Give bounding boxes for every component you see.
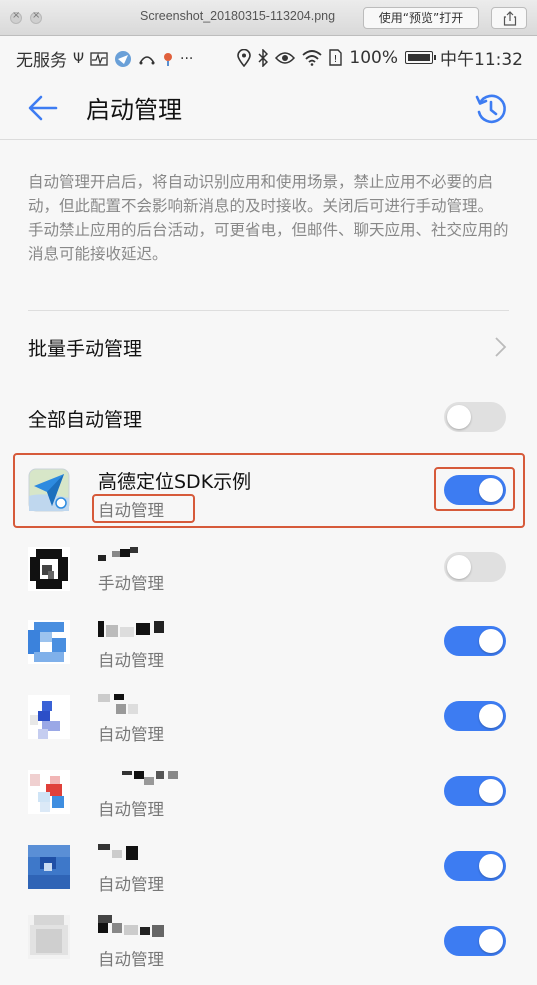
pixelated-app-icon bbox=[28, 770, 70, 814]
more-icon: ··· bbox=[180, 50, 194, 67]
pixelated-app-name bbox=[98, 547, 138, 561]
app-status: 自动管理 bbox=[98, 725, 164, 744]
wifi-icon bbox=[302, 49, 322, 66]
status-time: 中午11:32 bbox=[440, 50, 523, 70]
carrier-label: 无服务 bbox=[16, 51, 67, 71]
history-button[interactable] bbox=[474, 92, 508, 126]
app-toggle[interactable] bbox=[444, 776, 506, 806]
pixelated-app-name bbox=[98, 694, 138, 714]
startup-management-content: 自动管理开启后，将自动识别应用和使用场景，禁止应用不必要的启动，但此配置不会影响… bbox=[0, 140, 537, 985]
close-icon: × bbox=[32, 10, 41, 21]
window-titlebar: × × Screenshot_20180315-113204.png 使用“预览… bbox=[0, 0, 537, 36]
eye-icon bbox=[275, 51, 296, 64]
app-toggle[interactable] bbox=[444, 926, 506, 956]
window-close-button[interactable]: × bbox=[10, 10, 22, 24]
app-row: 自动管理 bbox=[0, 690, 537, 765]
pulse-icon bbox=[90, 51, 108, 66]
toggle-knob bbox=[447, 555, 471, 579]
svg-text:!: ! bbox=[334, 54, 338, 65]
page-title: 启动管理 bbox=[86, 96, 182, 124]
toggle-knob bbox=[479, 704, 503, 728]
batch-manual-row[interactable]: 批量手动管理 bbox=[0, 311, 537, 381]
pixelated-app-name bbox=[122, 771, 178, 785]
app-status: 自动管理 bbox=[98, 800, 164, 819]
pixelated-app-icon bbox=[28, 695, 70, 739]
link-icon bbox=[139, 55, 155, 64]
back-button[interactable] bbox=[26, 92, 60, 124]
toggle-knob bbox=[479, 629, 503, 653]
usb-icon: Ψ bbox=[73, 50, 85, 67]
app-status: 手动管理 bbox=[98, 574, 164, 593]
description-auto: 自动管理开启后，将自动识别应用和使用场景，禁止应用不必要的启动，但此配置不会影响… bbox=[28, 173, 494, 215]
app-row: 自动管理 bbox=[0, 615, 537, 690]
back-arrow-icon bbox=[28, 95, 58, 121]
all-auto-row: 全部自动管理 bbox=[0, 381, 537, 453]
pixelated-app-name bbox=[98, 621, 164, 637]
app-row: 自动管理 bbox=[0, 765, 537, 840]
app-toggle[interactable] bbox=[444, 851, 506, 881]
close-icon: × bbox=[12, 10, 21, 21]
all-auto-toggle[interactable] bbox=[444, 402, 506, 432]
toggle-knob bbox=[479, 854, 503, 878]
window-minimize-button[interactable]: × bbox=[30, 10, 42, 24]
app-status: 自动管理 bbox=[98, 950, 164, 969]
battery-percent: 100% bbox=[349, 47, 398, 68]
app-status: 自动管理 bbox=[98, 875, 164, 894]
pixelated-app-name bbox=[98, 915, 164, 937]
toggle-knob bbox=[479, 779, 503, 803]
share-button[interactable] bbox=[491, 7, 527, 29]
description-manual: 手动禁止应用的后台活动，可更省电，但邮件、聊天应用、社交应用的消息可能接收延迟。 bbox=[28, 221, 509, 263]
location-pin-icon bbox=[164, 52, 173, 66]
pixelated-app-icon bbox=[28, 620, 70, 664]
description: 自动管理开启后，将自动识别应用和使用场景，禁止应用不必要的启动，但此配置不会影响… bbox=[28, 170, 510, 266]
app-toggle[interactable] bbox=[444, 626, 506, 656]
highlight-status-label bbox=[92, 494, 195, 523]
pixelated-app-icon bbox=[28, 915, 70, 959]
app-toggle[interactable] bbox=[444, 701, 506, 731]
batch-manual-label: 批量手动管理 bbox=[28, 338, 143, 360]
open-with-preview-button[interactable]: 使用“预览”打开 bbox=[363, 7, 479, 29]
chevron-right-icon bbox=[495, 337, 507, 357]
app-status: 自动管理 bbox=[98, 651, 164, 670]
app-row: 手动管理 bbox=[0, 540, 537, 615]
battery-icon bbox=[405, 51, 436, 64]
share-icon bbox=[503, 11, 517, 26]
location-icon bbox=[237, 48, 252, 67]
app-notification-icon bbox=[115, 50, 132, 67]
highlight-toggle bbox=[434, 467, 515, 511]
app-toggle[interactable] bbox=[444, 552, 506, 582]
pixelated-app-icon bbox=[28, 547, 70, 591]
toggle-knob bbox=[447, 405, 471, 429]
app-header: 启动管理 bbox=[0, 76, 537, 140]
phone-status-bar: 无服务 Ψ ··· ! 100% 中午11:32 bbox=[0, 36, 537, 76]
app-row: 自动管理 bbox=[0, 915, 537, 985]
history-clock-icon bbox=[475, 94, 506, 124]
all-auto-label: 全部自动管理 bbox=[28, 409, 143, 431]
bluetooth-icon bbox=[258, 48, 269, 67]
pixelated-app-icon bbox=[28, 845, 70, 889]
sim-alert-icon: ! bbox=[329, 49, 343, 66]
toggle-knob bbox=[479, 929, 503, 953]
pixelated-app-name bbox=[98, 844, 138, 860]
window-title: Screenshot_20180315-113204.png bbox=[140, 9, 336, 23]
app-row: 自动管理 bbox=[0, 840, 537, 915]
